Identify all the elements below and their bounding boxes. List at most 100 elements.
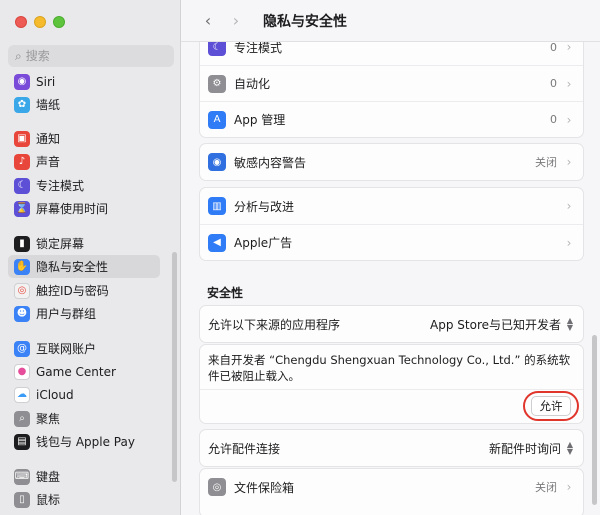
settings-row[interactable]: ⚙ 自动化 0 ›: [200, 65, 583, 101]
chevron-right-icon: ›: [566, 480, 572, 494]
sidebar-item[interactable]: ♪ 声音: [8, 150, 160, 173]
sidebar-item[interactable]: ▯ 鼠标: [8, 488, 160, 511]
sidebar-item-label: 锁定屏幕: [36, 237, 85, 251]
chevron-right-icon: ›: [566, 235, 572, 250]
chevron-right-icon: ›: [566, 76, 572, 91]
sidebar-item-label: 屏幕使用时间: [36, 202, 109, 216]
sidebar-item[interactable]: ▣ 通知: [8, 127, 160, 150]
sidebar-item[interactable]: ◉ Siri: [8, 70, 160, 93]
allow-button-area: 允许: [200, 389, 583, 423]
sidebar-item[interactable]: ⌨ 键盘: [8, 465, 160, 488]
sidebar-item-label: 通知: [36, 132, 61, 146]
forward-button[interactable]: ›: [225, 10, 247, 32]
sound-icon: ♪: [14, 153, 30, 170]
sidebar-item[interactable]: ⌛ 屏幕使用时间: [8, 197, 160, 220]
wallpaper-icon: ✿: [14, 96, 30, 113]
filevault-row[interactable]: ◎ 文件保险箱 关闭 ›: [200, 469, 583, 505]
sidebar-item-label: 声音: [36, 155, 61, 169]
security-section-title: 安全性: [207, 286, 244, 300]
sidebar-item-label: 触控ID与密码: [36, 284, 109, 298]
allow-accessories-row[interactable]: 允许配件连接 新配件时询问 ▲ ▼: [200, 430, 583, 466]
toolbar: ‹ › 隐私与安全性: [181, 0, 600, 42]
sidebar-item[interactable]: ◎ 触控ID与密码: [8, 279, 160, 302]
blocked-software-card: 来自开发者 “Chengdu Shengxuan Technology Co.,…: [199, 344, 584, 424]
sidebar-item-label: 互联网账户: [36, 342, 97, 356]
sidebar-item[interactable]: ✿ 墙纸: [8, 93, 160, 116]
sidebar-item-label: 钱包与 Apple Pay: [36, 435, 135, 449]
sidebar-item-label: 鼠标: [36, 493, 61, 507]
zoom-window-button[interactable]: [53, 16, 65, 28]
settings-row-label: 自动化: [234, 77, 271, 91]
settings-row-value: 0: [550, 113, 557, 126]
notification-icon: ▣: [14, 130, 30, 147]
eye-icon: ◉: [208, 153, 226, 171]
search-icon: ⌕: [15, 48, 22, 63]
gears-icon: ⚙: [208, 74, 226, 93]
chevron-right-icon: ›: [566, 40, 572, 54]
siri-icon: ◉: [14, 73, 30, 90]
spotlight-icon: ⌕: [14, 410, 30, 427]
lock-icon: ▮: [14, 235, 30, 252]
settings-row[interactable]: A App 管理 0 ›: [200, 101, 583, 137]
security-card: 允许以下来源的应用程序 App Store与已知开发者 ▲ ▼: [199, 305, 584, 343]
sidebar-item-label: Siri: [36, 74, 56, 89]
sidebar-item-label: 隐私与安全性: [36, 260, 109, 274]
allow-apps-from-row[interactable]: 允许以下来源的应用程序 App Store与已知开发者 ▲ ▼: [200, 306, 583, 342]
sidebar-item[interactable]: ● Game Center: [8, 360, 160, 383]
sensitive-content-card: ◉ 敏感内容警告 关闭 ›: [199, 143, 584, 181]
allow-apps-from-value[interactable]: App Store与已知开发者: [430, 316, 561, 333]
main-scrollbar[interactable]: [592, 335, 597, 505]
close-window-button[interactable]: [15, 16, 27, 28]
chevron-right-icon: ›: [566, 155, 572, 169]
settings-row-label: 敏感内容警告: [234, 155, 307, 170]
chart-icon: ▥: [208, 197, 226, 215]
sidebar-item[interactable]: ☾ 专注模式: [8, 174, 160, 197]
settings-row-value: 0: [550, 77, 557, 90]
window-controls: [15, 16, 65, 28]
screen-time-icon: ⌛: [14, 200, 30, 217]
keyboard-icon: ⌨: [14, 468, 30, 485]
allow-button[interactable]: 允许: [531, 396, 571, 416]
sidebar-item[interactable]: ▮ 锁定屏幕: [8, 232, 160, 255]
settings-row[interactable]: ◉ 敏感内容警告 关闭 ›: [200, 144, 583, 180]
allow-accessories-label: 允许配件连接: [208, 441, 281, 456]
settings-row-label: 分析与改进: [234, 199, 295, 214]
megaphone-icon: ◀: [208, 233, 226, 252]
settings-row[interactable]: ◀ Apple广告 ›: [200, 224, 583, 260]
minimize-window-button[interactable]: [34, 16, 46, 28]
users-icon: ☻: [14, 305, 30, 322]
search-field[interactable]: ⌕: [8, 45, 174, 67]
chevron-left-icon: ‹: [204, 11, 212, 30]
sidebar-item[interactable]: ☁ iCloud: [8, 383, 160, 406]
chevron-right-icon: ›: [566, 112, 572, 127]
mouse-icon: ▯: [14, 491, 30, 508]
allow-accessories-value[interactable]: 新配件时询问: [489, 440, 561, 457]
search-input[interactable]: [25, 49, 156, 63]
sidebar-scrollbar[interactable]: [172, 252, 177, 482]
app-store-icon: A: [208, 110, 226, 129]
sidebar-item-label: 墙纸: [36, 98, 61, 112]
settings-row-label: Apple广告: [234, 236, 293, 250]
page-title: 隐私与安全性: [263, 13, 347, 30]
sidebar-item-label: 聚焦: [36, 412, 61, 426]
settings-row-value: 0: [550, 40, 557, 54]
main-pane: ‹ › 隐私与安全性 ☾ 专注模式 0 › ⚙ 自动化 0 › A App 管理 0 › ◉ 敏感内容警…: [181, 0, 600, 515]
sidebar-item[interactable]: ▤ 钱包与 Apple Pay: [8, 430, 160, 453]
blocked-software-message: 来自开发者 “Chengdu Shengxuan Technology Co.,…: [208, 353, 571, 383]
analytics-card: ▥ 分析与改进 › ◀ Apple广告 ›: [199, 187, 584, 261]
sidebar-item[interactable]: ⌕ 聚焦: [8, 407, 160, 430]
sidebar-item-label: 用户与群组: [36, 307, 97, 321]
sidebar-item[interactable]: ☻ 用户与群组: [8, 302, 160, 325]
settings-row[interactable]: ▥ 分析与改进 ›: [200, 188, 583, 224]
sidebar-item[interactable]: ✋ 隐私与安全性: [8, 255, 160, 278]
sidebar-item-label: 专注模式: [36, 179, 85, 193]
sidebar-item[interactable]: @ 互联网账户: [8, 337, 160, 360]
focus-icon: ☾: [14, 177, 30, 194]
back-button[interactable]: ‹: [197, 10, 219, 32]
filevault-value: 关闭: [535, 481, 557, 494]
sidebar-item-label: iCloud: [36, 387, 74, 402]
filevault-label: 文件保险箱: [234, 480, 295, 495]
sidebar: ⌕ ◉ Siri ✿ 墙纸 ▣ 通知 ♪ 声音 ☾ 专注模式 ⌛ 屏幕使用时间 ▮ 锁定屏幕 ✋ 隐私与安全性…: [0, 0, 181, 515]
fingerprint-icon: ◎: [14, 282, 30, 299]
wallet-icon: ▤: [14, 433, 30, 450]
